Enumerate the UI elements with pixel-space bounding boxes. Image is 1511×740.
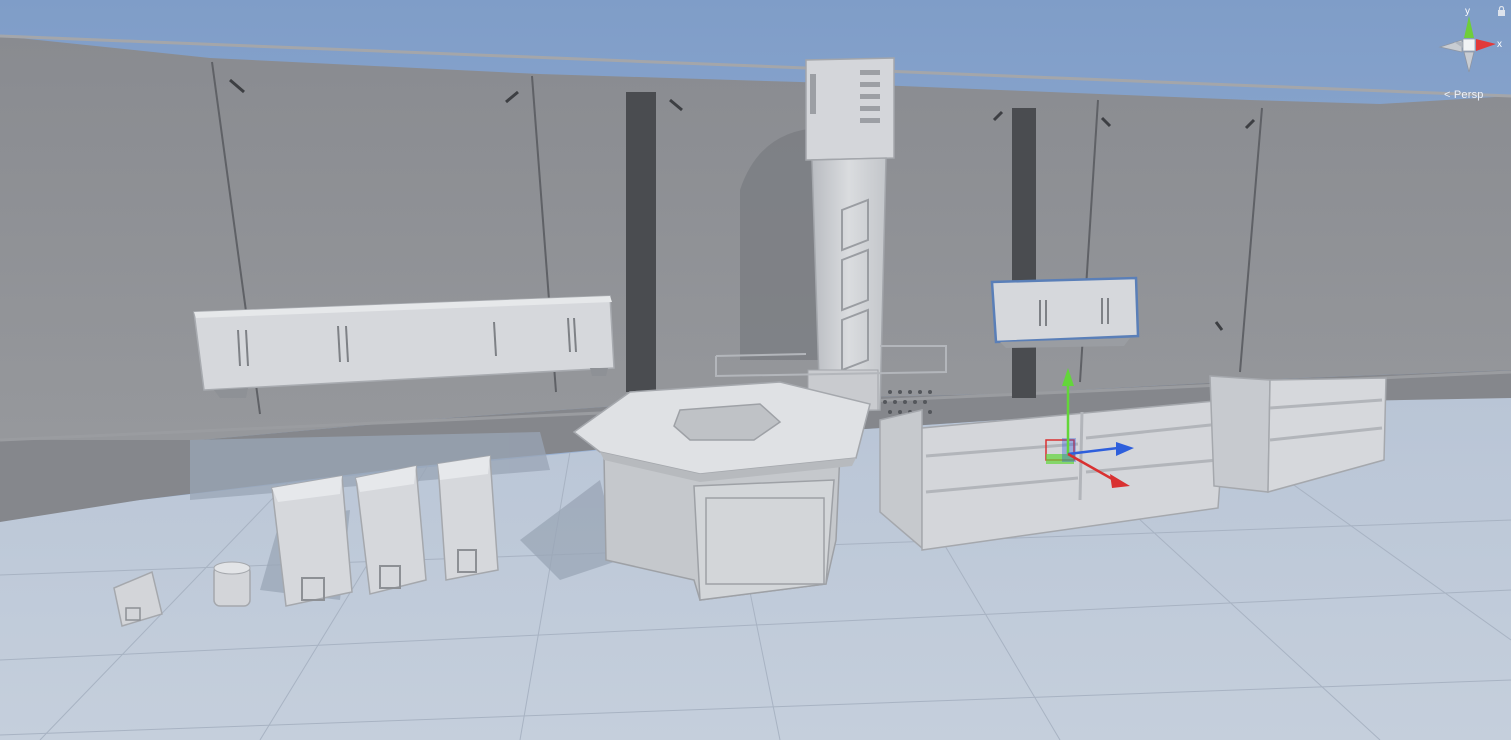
gizmo-x-cone[interactable]	[1476, 39, 1496, 51]
gizmo-negy-cone[interactable]	[1463, 51, 1475, 73]
storage-bin-large-3[interactable]	[437, 455, 499, 581]
projection-toggle[interactable]: < Persp	[1444, 89, 1484, 101]
gizmo-negx-cone[interactable]	[1438, 39, 1463, 53]
gizmo-center-cube[interactable]	[1462, 38, 1476, 52]
lock-icon[interactable]	[1497, 6, 1506, 16]
gizmo-y-cone[interactable]	[1464, 16, 1474, 38]
storage-bin-large-1[interactable]	[271, 475, 353, 607]
scene-view-viewport[interactable]: y x < Persp	[0, 0, 1511, 740]
wall-cabinet-selected[interactable]	[990, 276, 1140, 348]
scene-render[interactable]	[0, 0, 1511, 740]
vent-pillar[interactable]	[805, 57, 895, 413]
small-canister[interactable]	[213, 561, 251, 607]
gizmo-x-label: x	[1497, 39, 1502, 50]
gizmo-y-label: y	[1465, 6, 1470, 17]
